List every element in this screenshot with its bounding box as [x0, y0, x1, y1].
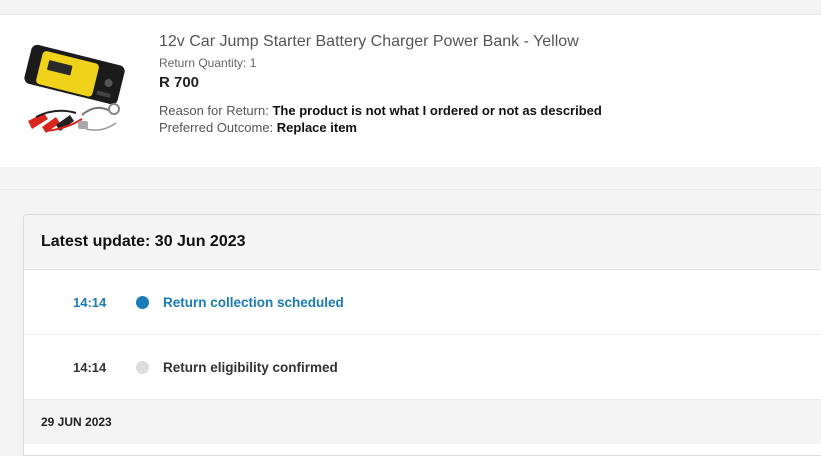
- preferred-outcome: Preferred Outcome: Replace item: [159, 120, 602, 135]
- section-gap: [0, 167, 821, 189]
- date-group-header: 29 JUN 2023: [24, 400, 821, 444]
- return-reason-label: Reason for Return:: [159, 103, 269, 118]
- preferred-outcome-label: Preferred Outcome:: [159, 120, 274, 135]
- section-divider: [0, 189, 821, 190]
- status-dot-icon: [136, 295, 149, 309]
- return-quantity: Return Quantity: 1: [159, 56, 257, 70]
- tracker-event: 14:14 Return eligibility confirmed: [24, 335, 821, 400]
- product-info: 12v Car Jump Starter Battery Charger Pow…: [159, 33, 602, 135]
- return-reason-value: The product is not what I ordered or not…: [272, 103, 602, 118]
- tracker-event: 14:14 Return collection scheduled: [24, 270, 821, 335]
- event-label: Return eligibility confirmed: [163, 359, 338, 375]
- event-time: 14:14: [73, 359, 107, 375]
- return-reason: Reason for Return: The product is not wh…: [159, 103, 602, 118]
- latest-update-heading: Latest update: 30 Jun 2023: [24, 215, 821, 270]
- return-item-card: 12v Car Jump Starter Battery Charger Pow…: [0, 14, 821, 167]
- status-dot-icon: [136, 360, 149, 374]
- event-time: 14:14: [73, 294, 107, 310]
- product-price: R 700: [159, 74, 200, 91]
- product-image[interactable]: [16, 37, 128, 141]
- product-title[interactable]: 12v Car Jump Starter Battery Charger Pow…: [159, 33, 602, 51]
- return-tracker: Latest update: 30 Jun 2023 14:14 Return …: [23, 214, 821, 456]
- preferred-outcome-value: Replace item: [276, 120, 357, 135]
- event-label: Return collection scheduled: [163, 294, 344, 310]
